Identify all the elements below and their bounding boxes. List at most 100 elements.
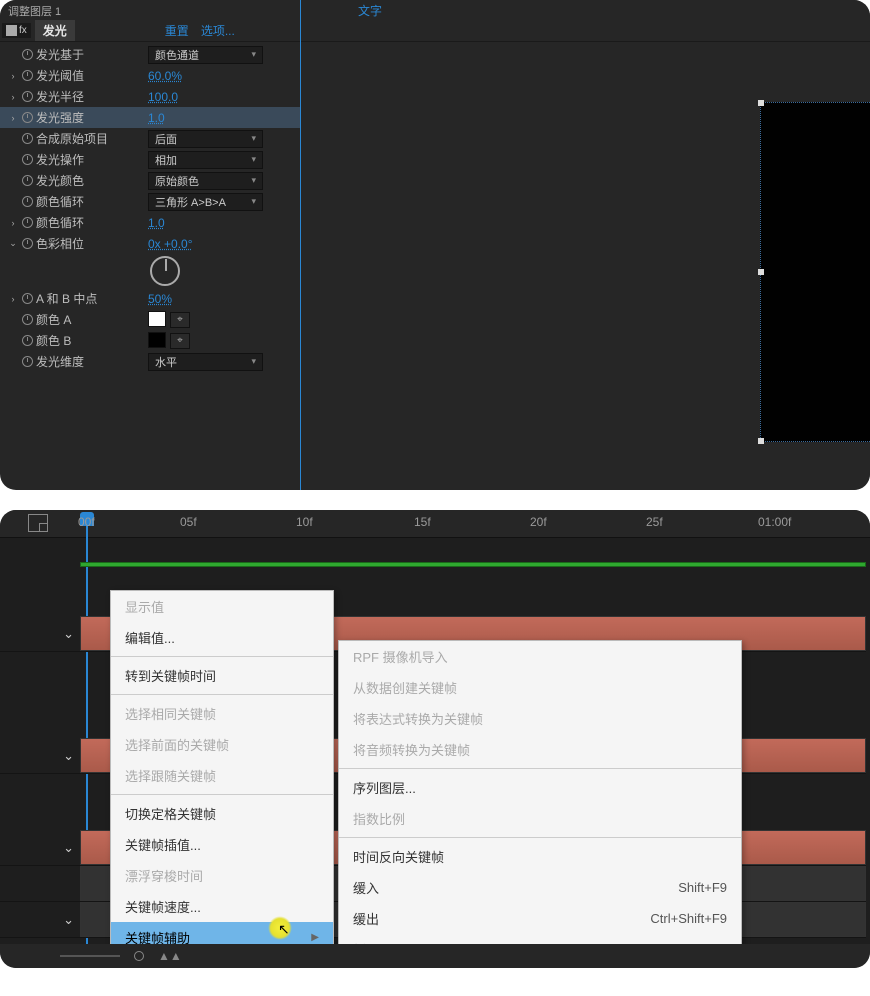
text-tab[interactable]: 文字 (358, 2, 382, 19)
zoom-knob[interactable] (134, 951, 144, 961)
ruler-mark: 10f (296, 515, 313, 529)
mi-goto-kf-time[interactable]: 转到关键帧时间 (111, 660, 333, 691)
stopwatch-icon[interactable] (20, 111, 34, 125)
time-ruler[interactable]: 00f05f10f15f20f25f01:00f (0, 510, 870, 538)
ruler-mark: 01:00f (758, 515, 791, 529)
mi-expr-to-kf: 将表达式转换为关键帧 (339, 703, 741, 734)
prop-composite-original: 合成原始项目 后面▾ (0, 128, 300, 149)
chevron-down-icon[interactable]: ⌄ (63, 912, 74, 928)
stopwatch-icon[interactable] (20, 174, 34, 188)
composition-mini-icon[interactable] (28, 514, 48, 532)
twirl-down-icon: ⌄ (6, 238, 20, 249)
stopwatch-icon[interactable] (20, 90, 34, 104)
dropdown-glow-dimensions[interactable]: 水平▾ (148, 353, 263, 371)
options-link[interactable]: 选项... (201, 22, 235, 39)
resize-handle[interactable] (758, 269, 764, 275)
dropdown-glow-operation[interactable]: 相加▾ (148, 151, 263, 169)
chevron-down-icon[interactable]: ⌄ (63, 626, 74, 642)
composition-preview[interactable] (300, 42, 870, 490)
ruler-mark: 20f (530, 515, 547, 529)
prop-glow-dimensions: 发光维度 水平▾ (0, 351, 300, 372)
value-glow-radius[interactable]: 100.0 (148, 90, 178, 104)
mi-sequence-layers[interactable]: 序列图层... (339, 772, 741, 803)
angle-dial-row (0, 256, 300, 286)
prop-glow-based-on: 发光基于 颜色通道▾ (0, 44, 300, 65)
work-area-bar[interactable] (80, 562, 866, 567)
stopwatch-icon[interactable] (20, 48, 34, 62)
zoom-out-icon[interactable]: ▲▲ (158, 949, 182, 963)
zoom-slider[interactable] (60, 955, 120, 957)
stopwatch-icon[interactable] (20, 313, 34, 327)
mi-toggle-hold[interactable]: 切换定格关键帧 (111, 798, 333, 829)
mi-rove-across: 漂浮穿梭时间 (111, 860, 333, 891)
mi-edit-value[interactable]: 编辑值... (111, 622, 333, 653)
stopwatch-icon[interactable] (20, 334, 34, 348)
dropdown-color-looping[interactable]: 三角形 A>B>A▾ (148, 193, 263, 211)
stopwatch-icon[interactable] (20, 153, 34, 167)
mi-select-previous: 选择前面的关键帧 (111, 729, 333, 760)
prop-color-b: 颜色 B ⌖ (0, 330, 300, 351)
mi-select-equal: 选择相同关键帧 (111, 698, 333, 729)
mi-ease-in[interactable]: 缓入Shift+F9 (339, 872, 741, 903)
mi-rpf-import: RPF 摄像机导入 (339, 641, 741, 672)
context-menu-keyframe: 显示值 编辑值... 转到关键帧时间 选择相同关键帧 选择前面的关键帧 选择跟随… (110, 590, 334, 954)
effect-header[interactable]: fx 发光 重置 选项... (0, 20, 870, 42)
dropdown-glow-based-on[interactable]: 颜色通道▾ (148, 46, 263, 64)
chevron-down-icon[interactable]: ⌄ (63, 840, 74, 856)
swatch-color-a[interactable] (148, 311, 166, 327)
value-glow-threshold[interactable]: 60.0% (148, 69, 182, 83)
ruler-mark: 00f (78, 515, 95, 529)
reset-link[interactable]: 重置 (165, 22, 189, 39)
ruler-mark: 05f (180, 515, 197, 529)
resize-handle[interactable] (758, 100, 764, 106)
fx-badge[interactable]: fx (2, 23, 31, 38)
stopwatch-icon[interactable] (20, 292, 34, 306)
eyedropper-icon[interactable]: ⌖ (170, 333, 190, 349)
prop-ab-midpoint: › A 和 B 中点 50% (0, 288, 300, 309)
angle-dial[interactable] (150, 256, 180, 286)
prop-color-phase: ⌄ 色彩相位 0x +0.0° (0, 233, 300, 254)
mi-select-following: 选择跟随关键帧 (111, 760, 333, 791)
mi-show-value: 显示值 (111, 591, 333, 622)
prop-color-loops: › 颜色循环 1.0 (0, 212, 300, 233)
submenu-arrow-icon: ▶ (311, 932, 319, 943)
prop-color-a: 颜色 A ⌖ (0, 309, 300, 330)
properties-list: 发光基于 颜色通道▾ › 发光阈值 60.0% › 发光半径 100.0 › 发… (0, 42, 300, 490)
ruler-mark: 15f (414, 515, 431, 529)
value-ab-midpoint[interactable]: 50% (148, 292, 172, 306)
fx-icon (6, 25, 17, 36)
mi-audio-to-kf: 将音频转换为关键帧 (339, 734, 741, 765)
mi-kf-interpolation[interactable]: 关键帧插值... (111, 829, 333, 860)
chevron-down-icon[interactable]: ⌄ (63, 748, 74, 764)
eyedropper-icon[interactable]: ⌖ (170, 312, 190, 328)
mi-kf-velocity[interactable]: 关键帧速度... (111, 891, 333, 922)
dropdown-composite-original[interactable]: 后面▾ (148, 130, 263, 148)
panel-divider[interactable] (300, 0, 301, 490)
mi-exponential: 指数比例 (339, 803, 741, 834)
context-menu-kf-assistant: RPF 摄像机导入 从数据创建关键帧 将表达式转换为关键帧 将音频转换为关键帧 … (338, 640, 742, 966)
stopwatch-icon[interactable] (20, 216, 34, 230)
stopwatch-icon[interactable] (20, 69, 34, 83)
stopwatch-icon[interactable] (20, 132, 34, 146)
resize-handle[interactable] (758, 438, 764, 444)
prop-glow-intensity[interactable]: › 发光强度 1.0 (0, 107, 300, 128)
timeline-footer: ▲▲ (0, 944, 870, 968)
value-color-phase[interactable]: 0x +0.0° (148, 237, 193, 251)
value-glow-intensity[interactable]: 1.0 (148, 111, 165, 125)
prop-glow-radius: › 发光半径 100.0 (0, 86, 300, 107)
layer-bounding-box[interactable] (760, 102, 870, 442)
mi-from-data: 从数据创建关键帧 (339, 672, 741, 703)
prop-glow-colors: 发光颜色 原始颜色▾ (0, 170, 300, 191)
swatch-color-b[interactable] (148, 332, 166, 348)
prop-glow-threshold: › 发光阈值 60.0% (0, 65, 300, 86)
stopwatch-icon[interactable] (20, 195, 34, 209)
dropdown-glow-colors[interactable]: 原始颜色▾ (148, 172, 263, 190)
layer-name-truncated: 调整图层 1 (0, 0, 69, 20)
mi-time-reverse[interactable]: 时间反向关键帧 (339, 841, 741, 872)
mi-ease-out[interactable]: 缓出Ctrl+Shift+F9 (339, 903, 741, 934)
stopwatch-icon[interactable] (20, 237, 34, 251)
effect-controls-panel: 调整图层 1 文字 fx 发光 重置 选项... 发光基于 颜色通道▾ › 发光… (0, 0, 870, 490)
value-color-loops[interactable]: 1.0 (148, 216, 165, 230)
stopwatch-icon[interactable] (20, 355, 34, 369)
prop-glow-operation: 发光操作 相加▾ (0, 149, 300, 170)
